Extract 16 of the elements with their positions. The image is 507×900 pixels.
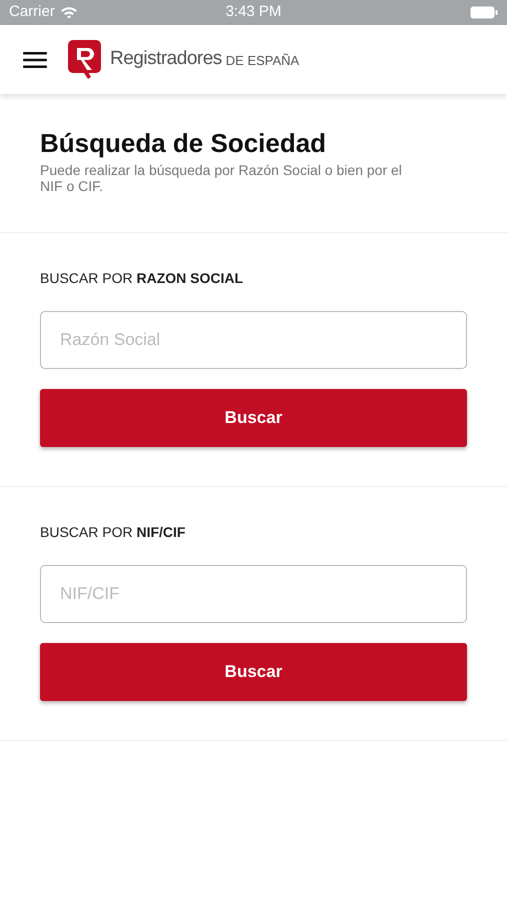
status-time: 3:43 PM <box>226 2 282 22</box>
menu-icon[interactable] <box>23 50 47 68</box>
search-button[interactable]: Buscar <box>40 389 467 447</box>
brand-suffix: DE ESPAÑA <box>226 52 300 70</box>
battery-icon <box>470 6 498 19</box>
logo-icon <box>68 40 102 80</box>
section-label: BUSCAR POR NIF/CIF <box>40 523 186 541</box>
search-button[interactable]: Buscar <box>40 643 467 701</box>
wifi-icon <box>60 6 78 19</box>
search-field[interactable]: NIF/CIF <box>40 565 467 623</box>
search-field[interactable]: Razón Social <box>40 311 467 369</box>
section-label: BUSCAR POR RAZON SOCIAL <box>40 269 244 287</box>
page-subtitle: Puede realizar la búsqueda por Razón Social o bien por el NIF o CIF. <box>40 162 403 194</box>
brand-name: Registradores <box>110 47 222 72</box>
page-title: Búsqueda de Sociedad <box>40 127 328 160</box>
carrier-label: Carrier <box>9 2 55 22</box>
